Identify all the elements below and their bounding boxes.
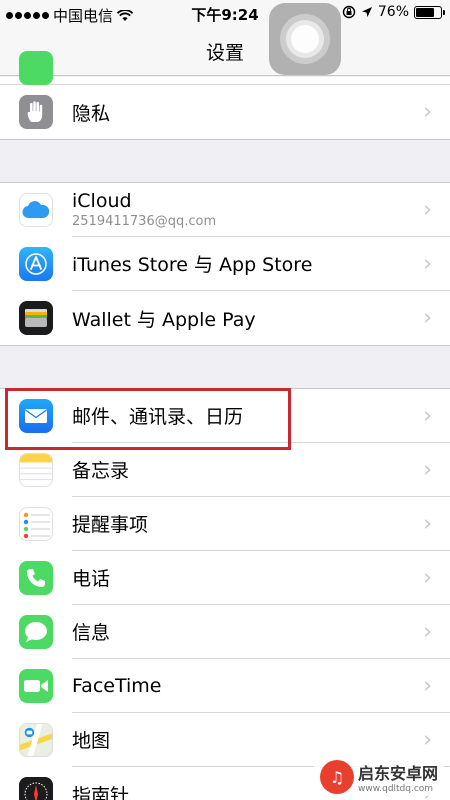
messages-icon <box>19 615 53 649</box>
orientation-lock-icon <box>342 5 356 19</box>
chevron-right-icon: › <box>423 251 432 276</box>
row-label: 提醒事项 <box>72 514 149 536</box>
nav-bar: 设置 <box>0 28 450 76</box>
settings-group-privacy: 隐私 › <box>0 85 450 140</box>
chevron-right-icon: › <box>423 197 432 222</box>
row-itunes[interactable]: iTunes Store 与 App Store › <box>0 237 450 291</box>
chevron-right-icon: › <box>423 619 432 644</box>
facetime-icon <box>19 669 53 703</box>
location-icon <box>361 7 372 17</box>
battery-fill <box>416 7 435 17</box>
settings-list: 隐私 › iCloud 2519411736@qq.com › iTunes S… <box>0 51 450 800</box>
row-label: 信息 <box>72 622 111 644</box>
page-title: 设置 <box>205 42 244 64</box>
watermark: ♫ 启东安卓网 www.qdltdq.com <box>313 758 444 796</box>
hand-icon <box>19 95 53 129</box>
row-phone[interactable]: 电话 › <box>0 551 450 605</box>
row-sublabel: 2519411736@qq.com <box>72 214 217 229</box>
notes-icon <box>19 453 53 487</box>
settings-group-apps: 邮件、通讯录、日历 › 备忘录 › 提醒事项 › 电话 › 信息 › FaceT… <box>0 388 450 800</box>
partial-row <box>0 51 450 85</box>
row-label: 邮件、通讯录、日历 <box>72 406 244 428</box>
mail-icon <box>19 399 53 433</box>
battery-percent: 76% <box>377 4 409 20</box>
chevron-right-icon: › <box>423 457 432 482</box>
chevron-right-icon: › <box>423 305 432 331</box>
row-label: 地图 <box>72 730 111 752</box>
chevron-right-icon: › <box>423 727 432 752</box>
chevron-right-icon: › <box>423 403 432 428</box>
row-label: 隐私 <box>72 102 111 125</box>
row-messages[interactable]: 信息 › <box>0 605 450 659</box>
watermark-logo-icon: ♫ <box>319 760 354 794</box>
row-notes[interactable]: 备忘录 › <box>0 443 450 497</box>
reminders-icon <box>19 507 53 541</box>
phone-icon <box>19 561 53 595</box>
status-bar: 中国电信 下午9:24 76% <box>0 0 450 28</box>
chevron-right-icon: › <box>423 511 432 536</box>
row-privacy[interactable]: 隐私 › <box>0 85 450 139</box>
row-mail[interactable]: 邮件、通讯录、日历 › <box>0 389 450 443</box>
row-icloud[interactable]: iCloud 2519411736@qq.com › <box>0 183 450 237</box>
battery-icon <box>414 5 445 19</box>
row-label: iCloud <box>72 190 132 212</box>
cloud-icon <box>19 193 53 227</box>
row-wallet[interactable]: Wallet 与 Apple Pay › <box>0 291 450 345</box>
row-label: 备忘录 <box>72 460 130 482</box>
row-label: 电话 <box>72 568 111 590</box>
row-facetime[interactable]: FaceTime › <box>0 659 450 713</box>
watermark-url: www.qdltdq.com <box>357 784 434 794</box>
row-label: Wallet 与 Apple Pay <box>72 308 256 331</box>
assistive-touch-button[interactable] <box>269 3 341 75</box>
row-label: 指南针 <box>72 784 130 800</box>
chevron-right-icon: › <box>423 565 432 590</box>
partial-row-icon <box>19 51 53 85</box>
row-reminders[interactable]: 提醒事项 › <box>0 497 450 551</box>
app-store-icon <box>19 247 53 281</box>
chevron-right-icon: › <box>423 673 432 698</box>
wallet-icon <box>19 301 53 335</box>
maps-icon <box>19 723 53 757</box>
watermark-title: 启东安卓网 <box>357 764 438 783</box>
status-right: 76% <box>342 4 445 20</box>
chevron-right-icon: › <box>423 99 432 125</box>
compass-icon <box>19 777 53 800</box>
row-label: iTunes Store 与 App Store <box>72 254 313 276</box>
settings-group-accounts: iCloud 2519411736@qq.com › iTunes Store … <box>0 182 450 346</box>
row-label: FaceTime <box>72 674 162 697</box>
